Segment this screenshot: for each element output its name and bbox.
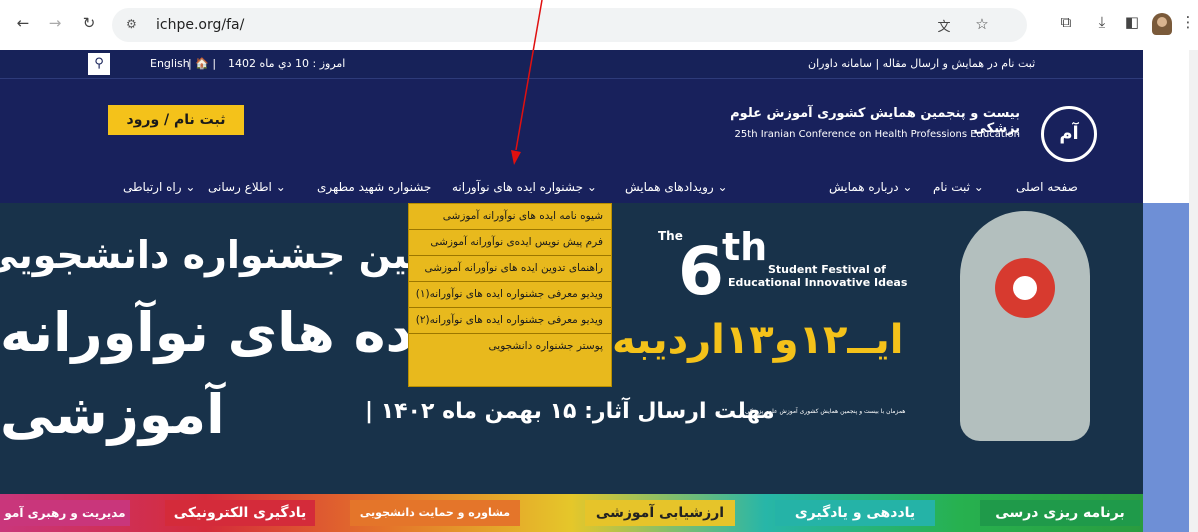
search-icon[interactable]: ⚲ — [88, 53, 110, 75]
more-menu-icon[interactable]: ⋮ — [1178, 13, 1198, 31]
scrollbar[interactable] — [1189, 50, 1198, 532]
menu-register[interactable]: ثبت نام ⌄ — [933, 180, 984, 194]
banner-festival-en2: Educational Innovative Ideas — [728, 276, 908, 289]
banner-deadline: | مهلت ارسال آثار: ۱۵ بهمن ماه ۱۴۰۲ — [365, 399, 775, 424]
translate-icon[interactable]: 文 — [934, 16, 954, 35]
browser-toolbar: ← → ↻ ⚙ ichpe.org/fa/ 文 ☆ ⧉ ⤓ ◧ ⋮ — [0, 0, 1198, 50]
category-counseling: مشاوره و حمایت دانشجویی — [350, 500, 520, 526]
english-link[interactable]: English — [150, 57, 190, 70]
forward-icon[interactable]: → — [44, 14, 66, 32]
site-header: ثبت نام / ورود بیست و پنجمین همایش کشوری… — [0, 79, 1143, 203]
banner-six: 6 — [678, 233, 724, 310]
category-teaching-learning: یاددهی و یادگیری — [775, 500, 935, 526]
dropdown-item-poster[interactable]: پوستر جشنواره دانشجویی — [409, 334, 611, 360]
reload-icon[interactable]: ↻ — [78, 14, 100, 32]
festival-emblem — [995, 258, 1055, 318]
banner-title-line3: آموزشی — [0, 383, 225, 446]
category-management: مدیریت و رهبری آمو — [0, 500, 130, 526]
extensions-icon[interactable]: ⧉ — [1056, 13, 1076, 31]
menu-home[interactable]: صفحه اصلی — [1016, 180, 1078, 194]
category-curriculum: برنامه ریزی درسی — [980, 500, 1140, 526]
menu-contact[interactable]: راه ارتباطی ⌄ — [123, 180, 195, 194]
menu-innovative-ideas[interactable]: جشنواره ایده های نوآورانه ⌄ — [452, 180, 597, 194]
menu-motahari[interactable]: جشنواره شهید مطهری — [317, 180, 431, 194]
conference-title-en: 25th Iranian Conference on Health Profes… — [734, 129, 1020, 140]
banner-festival-en1: Student Festival of — [768, 263, 886, 276]
menu-about[interactable]: درباره همایش ⌄ — [829, 180, 912, 194]
dropdown-item-draft-form[interactable]: فرم پیش نویس ایده‌ی نوآورانه آموزشی — [409, 230, 611, 256]
innovative-ideas-dropdown: شیوه نامه ایده های نوآورانه آموزشی فرم پ… — [408, 203, 612, 387]
download-icon[interactable]: ⤓ — [1092, 13, 1112, 31]
side-panel-icon[interactable]: ◧ — [1122, 13, 1142, 31]
conference-logo[interactable]: آم — [1041, 106, 1097, 162]
back-icon[interactable]: ← — [12, 14, 34, 32]
banner-th: th — [722, 225, 768, 269]
dropdown-item-video-1[interactable]: ویدیو معرفی جشنواره ایده های نوآورانه(۱) — [409, 282, 611, 308]
banner-title-line2: ده های نوآورانه — [0, 301, 414, 364]
site-info-icon[interactable]: ⚙ — [126, 17, 137, 31]
register-login-button[interactable]: ثبت نام / ورود — [108, 105, 244, 135]
date-text: امروز : 10 دي ماه 1402 — [228, 57, 346, 70]
dropdown-item-guideline[interactable]: شیوه نامه ایده های نوآورانه آموزشی — [409, 204, 611, 230]
banner-note: همزمان با بیست و پنجمین همایش کشوری آموز… — [745, 408, 906, 415]
category-elearning: یادگیری الکترونیکی — [165, 500, 315, 526]
banner-dates: ایــ۱۲و۱۳اردیبه — [612, 317, 904, 363]
dropdown-item-writing-guide[interactable]: راهنمای تدوین ایده های نوآورانه آموزشی — [409, 256, 611, 282]
category-assessment: ارزشیابی آموزشی — [585, 500, 735, 526]
top-links[interactable]: ثبت نام در همایش و ارسال مقاله | سامانه … — [808, 57, 1035, 70]
menu-events[interactable]: رویدادهای همایش ⌄ — [625, 180, 728, 194]
address-bar[interactable]: ⚙ ichpe.org/fa/ 文 ☆ — [112, 8, 1027, 42]
bookmark-star-icon[interactable]: ☆ — [972, 15, 992, 33]
top-bar: ⚲ English | 🏠 | امروز : 10 دي ماه 1402 ث… — [0, 50, 1143, 79]
rocket-illustration — [960, 211, 1090, 441]
profile-avatar[interactable] — [1152, 13, 1172, 35]
menu-news[interactable]: اطلاع رسانی ⌄ — [208, 180, 286, 194]
dropdown-item-video-2[interactable]: ویدیو معرفی جشنواره ایده های نوآورانه(۲) — [409, 308, 611, 334]
home-icon[interactable]: | 🏠 | — [188, 57, 216, 70]
url-text[interactable]: ichpe.org/fa/ — [156, 17, 244, 33]
